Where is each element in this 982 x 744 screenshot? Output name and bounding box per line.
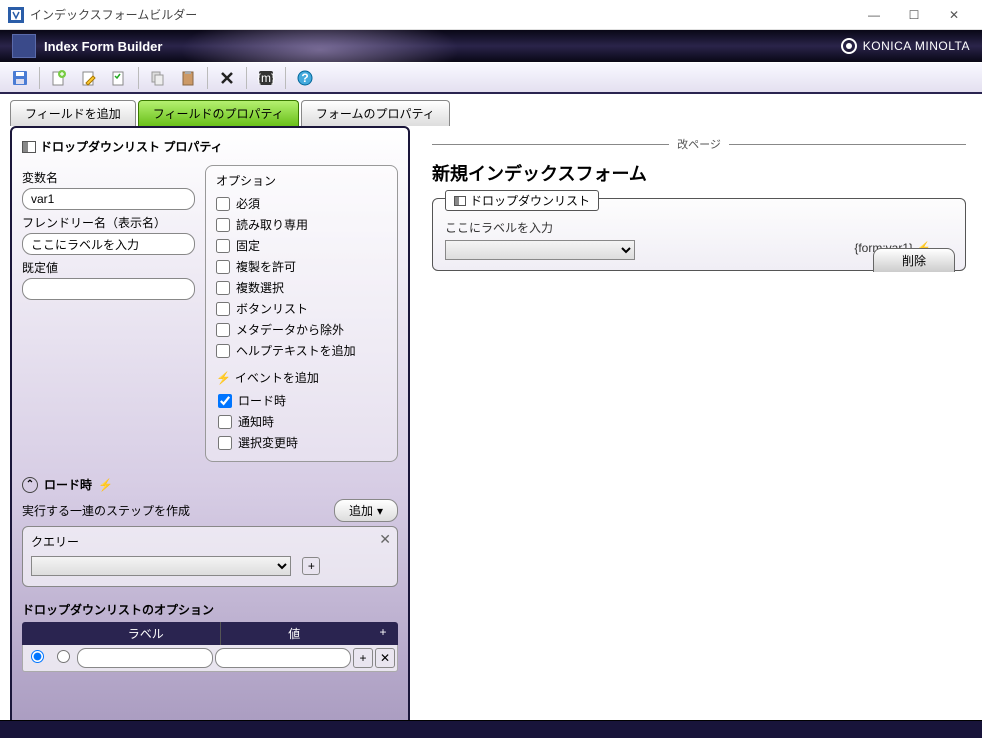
- options-grid-title: ドロップダウンリストのオプション: [22, 601, 398, 618]
- paste-button[interactable]: [174, 65, 202, 91]
- tab-add-field[interactable]: フィールドを追加: [10, 100, 136, 126]
- options-grid-header: ラベル 値 +: [22, 622, 398, 645]
- dropdown-icon: [22, 141, 36, 153]
- opt-fixed[interactable]: 固定: [216, 235, 387, 256]
- options-title: オプション: [216, 172, 387, 189]
- on-load-section-header[interactable]: ⌃ ロード時 ⚡: [22, 476, 398, 493]
- properties-panel: ドロップダウンリスト プロパティ 変数名 フレンドリー名（表示名） 既定値 オプ…: [10, 126, 410, 738]
- add-option-button[interactable]: +: [353, 648, 373, 668]
- opt-add-helptext[interactable]: ヘルプテキストを追加: [216, 340, 387, 361]
- close-button[interactable]: ✕: [934, 0, 974, 30]
- opt-on-load[interactable]: ロード時: [218, 390, 387, 411]
- var-name-label: 変数名: [22, 169, 195, 186]
- bolt-icon: ⚡: [98, 478, 113, 492]
- events-title: ⚡イベントを追加: [216, 369, 387, 386]
- option-row: + ✕: [22, 645, 398, 672]
- svg-text:?: ?: [301, 71, 308, 85]
- default-value-input[interactable]: [22, 278, 195, 300]
- option-radio[interactable]: [57, 650, 70, 663]
- window-title: インデックスフォームビルダー: [30, 6, 197, 23]
- delete-button[interactable]: [213, 65, 241, 91]
- option-value-input[interactable]: [215, 648, 351, 668]
- add-step-button[interactable]: 追加▾: [334, 499, 398, 522]
- bolt-icon: ⚡: [216, 371, 231, 385]
- tab-form-properties[interactable]: フォームのプロパティ: [301, 100, 450, 126]
- query-step-title: クエリー: [31, 533, 389, 550]
- col-value: 値: [221, 622, 369, 645]
- friendly-name-input[interactable]: [22, 233, 195, 255]
- remove-option-button[interactable]: ✕: [375, 648, 395, 668]
- default-option-radio[interactable]: [31, 650, 44, 663]
- default-value-label: 既定値: [22, 259, 195, 276]
- opt-on-change[interactable]: 選択変更時: [218, 432, 387, 453]
- opt-exclude-metadata[interactable]: メタデータから除外: [216, 319, 387, 340]
- tab-bar: フィールドを追加 フィールドのプロパティ フォームのプロパティ: [10, 100, 982, 126]
- toolbar: {m} ?: [0, 62, 982, 94]
- brand-icon: [841, 38, 857, 54]
- collapse-icon: ⌃: [22, 477, 38, 493]
- title-bar: インデックスフォームビルダー — ☐ ✕: [0, 0, 982, 30]
- form-title: 新規インデックスフォーム: [432, 160, 966, 186]
- option-label-input[interactable]: [77, 648, 213, 668]
- form-preview: 改ページ 新規インデックスフォーム ドロップダウンリスト ここにラベルを入力 {…: [416, 126, 982, 744]
- edit-button[interactable]: [75, 65, 103, 91]
- opt-multiselect[interactable]: 複数選択: [216, 277, 387, 298]
- app-icon: [8, 7, 24, 23]
- add-option-header-button[interactable]: +: [368, 622, 398, 645]
- status-bar: [0, 720, 982, 738]
- tab-field-properties[interactable]: フィールドのプロパティ: [138, 100, 299, 126]
- opt-on-notify[interactable]: 通知時: [218, 411, 387, 432]
- opt-readonly[interactable]: 読み取り専用: [216, 214, 387, 235]
- opt-allow-duplicate[interactable]: 複製を許可: [216, 256, 387, 277]
- query-step: クエリー ✕ +: [22, 526, 398, 587]
- panel-title: ドロップダウンリスト プロパティ: [22, 138, 398, 155]
- macro-button[interactable]: {m}: [252, 65, 280, 91]
- steps-label: 実行する一連のステップを作成: [22, 502, 334, 519]
- field-label: ここにラベルを入力: [445, 219, 953, 236]
- opt-buttonlist[interactable]: ボタンリスト: [216, 298, 387, 319]
- col-label: ラベル: [72, 622, 221, 645]
- brand-label: KONICA MINOLTA: [841, 38, 970, 54]
- dropdown-icon: [454, 196, 466, 206]
- svg-text:{m}: {m}: [257, 71, 275, 85]
- field-legend: ドロップダウンリスト: [445, 190, 599, 211]
- delete-field-button[interactable]: 削除: [873, 248, 955, 272]
- save-button[interactable]: [6, 65, 34, 91]
- copy-button[interactable]: [144, 65, 172, 91]
- help-button[interactable]: ?: [291, 65, 319, 91]
- options-group: オプション 必須 読み取り専用 固定 複製を許可 複数選択 ボタンリスト メタデ…: [205, 165, 398, 462]
- add-query-button[interactable]: +: [302, 557, 320, 575]
- minimize-button[interactable]: —: [854, 0, 894, 30]
- logo-icon: [12, 34, 36, 58]
- dropdown-arrow-icon: ▾: [377, 504, 383, 518]
- checklist-button[interactable]: [105, 65, 133, 91]
- opt-required[interactable]: 必須: [216, 193, 387, 214]
- preview-dropdown[interactable]: [445, 240, 635, 260]
- page-break: 改ページ: [432, 136, 966, 152]
- app-header: Index Form Builder KONICA MINOLTA: [0, 30, 982, 62]
- query-select[interactable]: [31, 556, 291, 576]
- remove-step-button[interactable]: ✕: [379, 531, 391, 548]
- friendly-name-label: フレンドリー名（表示名）: [22, 214, 195, 231]
- maximize-button[interactable]: ☐: [894, 0, 934, 30]
- new-button[interactable]: [45, 65, 73, 91]
- field-preview[interactable]: ドロップダウンリスト ここにラベルを入力 {form:var1}⚡ 削除: [432, 198, 966, 271]
- header-title: Index Form Builder: [44, 39, 162, 54]
- var-name-input[interactable]: [22, 188, 195, 210]
